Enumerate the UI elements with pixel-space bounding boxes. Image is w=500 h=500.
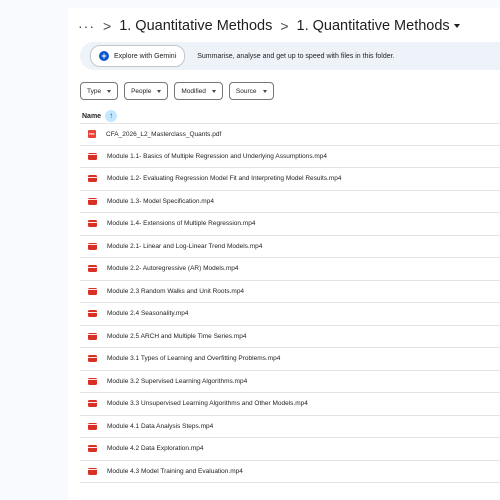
file-row[interactable]: Module 2.2- Autoregressive (AR) Models.m…: [80, 258, 500, 281]
filter-modified[interactable]: Modified: [174, 82, 223, 100]
explore-with-gemini-label: Explore with Gemini: [114, 52, 177, 60]
file-row[interactable]: Module 4.1 Data Analysis Steps.mp4: [80, 416, 500, 438]
file-name: Module 2.1- Linear and Log-Linear Trend …: [107, 242, 263, 250]
video-file-icon: [88, 377, 97, 385]
sort-ascending-icon[interactable]: ↑: [105, 110, 118, 122]
file-name: Module 1.2- Evaluating Regression Model …: [107, 175, 342, 183]
file-name: Module 3.2 Supervised Learning Algorithm…: [107, 377, 248, 385]
file-name: Module 3.3 Unsupervised Learning Algorit…: [107, 400, 308, 408]
breadcrumb: ··· > 1. Quantitative Methods > 1. Quant…: [78, 14, 460, 38]
name-column-header[interactable]: Name ↑: [82, 109, 118, 123]
breadcrumb-more-button[interactable]: ···: [78, 18, 95, 34]
file-row[interactable]: Module 3.3 Unsupervised Learning Algorit…: [80, 393, 500, 416]
video-file-icon: [88, 310, 97, 318]
filter-source[interactable]: Source: [228, 82, 274, 100]
filter-people[interactable]: People: [124, 82, 169, 100]
video-file-icon: [88, 287, 97, 295]
file-name: Module 1.4- Extensions of Multiple Regre…: [107, 220, 256, 228]
video-file-icon: [88, 467, 97, 475]
file-row[interactable]: Module 1.2- Evaluating Regression Model …: [80, 168, 500, 191]
top-bar: [68, 0, 500, 8]
filter-label: People: [131, 87, 152, 95]
file-name: Module 2.2- Autoregressive (AR) Models.m…: [107, 265, 239, 273]
chevron-down-icon: [211, 89, 216, 93]
file-row[interactable]: Module 4.3 Model Training and Evaluation…: [80, 461, 500, 483]
video-file-icon: [88, 152, 97, 160]
video-file-icon: [88, 445, 97, 453]
breadcrumb-separator: >: [103, 18, 112, 34]
video-file-icon: [88, 197, 97, 205]
chevron-down-icon: [157, 89, 162, 93]
plus-icon: +: [99, 51, 109, 61]
breadcrumb-item-label: 1. Quantitative Methods: [296, 18, 450, 34]
filter-label: Modified: [181, 87, 206, 95]
file-row[interactable]: Module 2.5 ARCH and Multiple Time Series…: [80, 326, 500, 348]
breadcrumb-separator: >: [280, 18, 289, 34]
file-name: Module 2.3 Random Walks and Unit Roots.m…: [107, 287, 245, 295]
filter-type[interactable]: Type: [80, 82, 119, 100]
video-file-icon: [88, 422, 97, 430]
filter-chips: Type People Modified Source: [80, 82, 274, 100]
file-row[interactable]: Module 2.4 Seasonality.mp4: [80, 303, 500, 326]
main-content: ··· > 1. Quantitative Methods > 1. Quant…: [68, 0, 500, 500]
file-row[interactable]: Module 1.4- Extensions of Multiple Regre…: [80, 213, 500, 236]
video-file-icon: [88, 355, 97, 363]
gemini-prompt-text: Summarise, analyse and get up to speed w…: [197, 52, 395, 60]
video-file-icon: [88, 242, 97, 250]
file-list: CFA_2026_L2_Masterclass_Quants.pdf Module…: [80, 123, 500, 483]
file-row[interactable]: CFA_2026_L2_Masterclass_Quants.pdf: [80, 123, 500, 146]
breadcrumb-item-parent[interactable]: 1. Quantitative Methods: [119, 18, 272, 34]
video-file-icon: [88, 332, 97, 340]
file-name: Module 1.3- Model Specification.mp4: [107, 197, 214, 205]
chevron-down-icon: [262, 89, 267, 93]
file-name: Module 4.1 Data Analysis Steps.mp4: [107, 422, 214, 430]
breadcrumb-item-current[interactable]: 1. Quantitative Methods: [297, 18, 460, 34]
chevron-down-icon: [453, 24, 460, 29]
sidebar-area: [0, 0, 68, 500]
file-name: Module 2.5 ARCH and Multiple Time Series…: [107, 332, 247, 340]
file-row[interactable]: Module 1.3- Model Specification.mp4: [80, 191, 500, 213]
video-file-icon: [88, 400, 97, 408]
file-row[interactable]: Module 2.3 Random Walks and Unit Roots.m…: [80, 281, 500, 303]
file-name: Module 1.1- Basics of Multiple Regressio…: [107, 152, 328, 160]
file-row[interactable]: Module 3.1 Types of Learning and Overfit…: [80, 348, 500, 371]
file-row[interactable]: Module 4.2 Data Exploration.mp4: [80, 438, 500, 461]
explore-with-gemini-button[interactable]: + Explore with Gemini: [90, 45, 186, 67]
file-name: Module 2.4 Seasonality.mp4: [107, 310, 189, 318]
gemini-banner: + Explore with Gemini Summarise, analyse…: [80, 42, 500, 70]
video-file-icon: [88, 265, 97, 273]
filter-label: Type: [87, 87, 102, 95]
file-name: Module 4.2 Data Exploration.mp4: [107, 445, 204, 453]
chevron-down-icon: [107, 89, 112, 93]
video-file-icon: [88, 175, 97, 183]
name-column-label: Name: [82, 112, 102, 120]
file-name: CFA_2026_L2_Masterclass_Quants.pdf: [106, 130, 222, 138]
filter-label: Source: [235, 87, 257, 95]
file-row[interactable]: Module 2.1- Linear and Log-Linear Trend …: [80, 236, 500, 258]
pdf-file-icon: [88, 130, 96, 139]
file-row[interactable]: Module 1.1- Basics of Multiple Regressio…: [80, 146, 500, 168]
file-name: Module 4.3 Model Training and Evaluation…: [107, 467, 243, 475]
file-name: Module 3.1 Types of Learning and Overfit…: [107, 355, 281, 363]
video-file-icon: [88, 220, 97, 228]
file-row[interactable]: Module 3.2 Supervised Learning Algorithm…: [80, 371, 500, 393]
